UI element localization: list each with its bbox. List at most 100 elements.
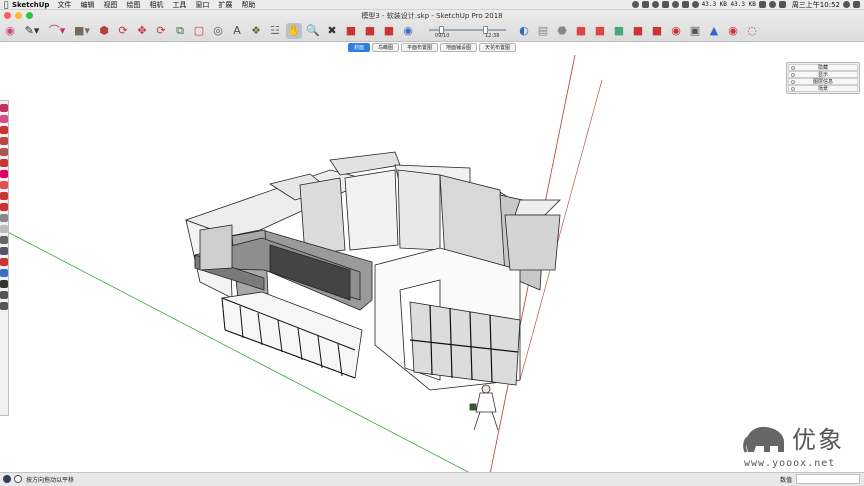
scene-tabs: 封面 鸟瞰图 平面布置图 地面铺设图 天花布置图	[0, 43, 864, 53]
rotate-tool-icon[interactable]	[0, 203, 8, 211]
pencil-icon[interactable]: ✎▾	[21, 23, 43, 39]
tray-item-hide[interactable]: 隐藏	[788, 64, 858, 71]
paint-tool-icon[interactable]	[0, 258, 8, 266]
scale-icon[interactable]: ⧉	[172, 23, 188, 39]
offset-tool-icon[interactable]	[0, 225, 8, 233]
arc-icon[interactable]: ⌒▾	[46, 23, 68, 39]
front-view-icon[interactable]: ■	[592, 23, 608, 39]
pan-tool-icon[interactable]	[0, 280, 8, 288]
tab-floor-tiling[interactable]: 地面铺设图	[440, 43, 478, 52]
sync-icon[interactable]	[671, 1, 679, 8]
move-icon[interactable]: ✥	[134, 23, 150, 39]
menu-view[interactable]: 视图	[103, 0, 117, 10]
right-view-icon[interactable]: ■	[611, 23, 627, 39]
component-icon[interactable]: ■	[381, 23, 397, 39]
zoom-extents-icon[interactable]: ✖	[324, 23, 340, 39]
rectangle-icon[interactable]: ■▾	[71, 23, 93, 39]
net-speed: 43.3 KB 43.3 KB	[701, 0, 756, 8]
left-view-icon[interactable]: ■	[649, 23, 665, 39]
circle-tool-icon[interactable]	[0, 159, 8, 167]
push-pull-tool-icon[interactable]	[0, 181, 8, 189]
scene-time-slider[interactable]: 09/10 12:38	[425, 25, 510, 39]
menu-edit[interactable]: 编辑	[80, 0, 94, 10]
select-tool-icon[interactable]	[0, 104, 8, 112]
arc-tool-icon[interactable]	[0, 137, 8, 145]
text-icon[interactable]: A	[229, 23, 245, 39]
battery-icon[interactable]	[758, 1, 766, 8]
search-icon[interactable]	[843, 1, 850, 8]
measurements-input[interactable]	[796, 474, 860, 484]
tray-panel: 隐藏 显示 图层信息 场景	[786, 62, 860, 94]
eraser-tool-icon[interactable]	[0, 115, 8, 123]
slider-end-label: 12:38	[485, 33, 500, 39]
wifi-icon[interactable]	[661, 1, 669, 8]
tab-floor-plan[interactable]: 平面布置图	[400, 43, 438, 52]
follow-me-icon[interactable]: ⟳	[115, 23, 131, 39]
tray-item-scenes[interactable]: 场景	[788, 85, 858, 92]
camera-icon[interactable]: ◉	[400, 23, 416, 39]
scale-tool-icon[interactable]	[0, 214, 8, 222]
elephant-logo-icon	[743, 426, 784, 453]
zoom-tool-icon[interactable]	[0, 291, 8, 299]
menu-file[interactable]: 文件	[57, 0, 71, 10]
volume-icon[interactable]	[768, 1, 776, 8]
iso-view-icon[interactable]: ⬣	[554, 23, 570, 39]
watermark-url: www.yooox.net	[744, 458, 836, 469]
section-plane-icon[interactable]: ■	[362, 23, 378, 39]
tray-item-layer-info[interactable]: 图层信息	[788, 78, 858, 85]
walk-tool-icon[interactable]	[0, 302, 8, 310]
zoom-icon[interactable]: 🔍	[305, 23, 321, 39]
menu-list-icon[interactable]	[853, 1, 860, 8]
tray-item-show[interactable]: 显示	[788, 71, 858, 78]
line-tool-icon[interactable]	[0, 126, 8, 134]
push-pull-icon[interactable]: ⬢	[96, 23, 112, 39]
tape-measure-icon[interactable]: ◎	[210, 23, 226, 39]
polygon-tool-icon[interactable]	[0, 170, 8, 178]
move-tool-icon[interactable]	[0, 192, 8, 200]
tape-tool-icon[interactable]	[0, 236, 8, 244]
orbit-tool-icon[interactable]	[0, 269, 8, 277]
wechat-icon[interactable]	[631, 1, 639, 8]
text-tool-icon[interactable]	[0, 247, 8, 255]
paint-bucket-icon[interactable]: ☳	[267, 23, 283, 39]
input-method-icon[interactable]	[778, 1, 786, 8]
top-view-icon[interactable]: ■	[573, 23, 589, 39]
tab-cover[interactable]: 封面	[347, 43, 370, 52]
eraser-icon[interactable]: ◉	[2, 23, 18, 39]
menu-extensions[interactable]: 扩展	[218, 0, 232, 10]
menu-camera[interactable]: 相机	[149, 0, 163, 10]
offset-icon[interactable]: ▢	[191, 23, 207, 39]
tab-ceiling-plan[interactable]: 天花布置图	[479, 43, 517, 52]
menu-draw[interactable]: 绘图	[126, 0, 140, 10]
apple-icon[interactable]: 	[0, 0, 12, 10]
right-toolbar: ◐ ▤ ⬣ ■ ■ ■ ■ ■ ◉ ▣ ▲ ◉ ◌	[516, 21, 760, 41]
menu-tools[interactable]: 工具	[172, 0, 186, 10]
cloud-icon[interactable]	[641, 1, 649, 8]
app-menu[interactable]: SketchUp	[12, 0, 49, 10]
expand-icon	[791, 87, 795, 91]
previous-view-icon[interactable]: ■	[343, 23, 359, 39]
warehouse-icon[interactable]: ▤	[535, 23, 551, 39]
axes-icon[interactable]: ❖	[248, 23, 264, 39]
tab-aerial[interactable]: 鸟瞰图	[371, 43, 399, 52]
shaded-icon[interactable]: ◉	[725, 23, 741, 39]
wireframe-icon[interactable]: ▣	[687, 23, 703, 39]
qq-icon[interactable]	[651, 1, 659, 8]
geo-location-icon[interactable]	[3, 475, 11, 483]
pan-icon[interactable]: ✋	[286, 23, 302, 39]
rotate-icon[interactable]: ⟳	[153, 23, 169, 39]
menu-help[interactable]: 帮助	[241, 0, 255, 10]
rectangle-tool-icon[interactable]	[0, 148, 8, 156]
shadow-icon[interactable]: ◐	[516, 23, 532, 39]
display-icon[interactable]	[681, 1, 689, 8]
menu-window[interactable]: 窗口	[195, 0, 209, 10]
xray-icon[interactable]: ◉	[668, 23, 684, 39]
menubar-clock[interactable]: 周三上午10:52	[792, 0, 840, 10]
back-view-icon[interactable]: ■	[630, 23, 646, 39]
hidden-line-icon[interactable]: ▲	[706, 23, 722, 39]
airplay-icon[interactable]	[691, 1, 699, 8]
model-viewport[interactable]	[0, 54, 864, 472]
textured-icon[interactable]: ◌	[744, 23, 760, 39]
expand-icon	[791, 80, 795, 84]
help-icon[interactable]	[14, 475, 22, 483]
